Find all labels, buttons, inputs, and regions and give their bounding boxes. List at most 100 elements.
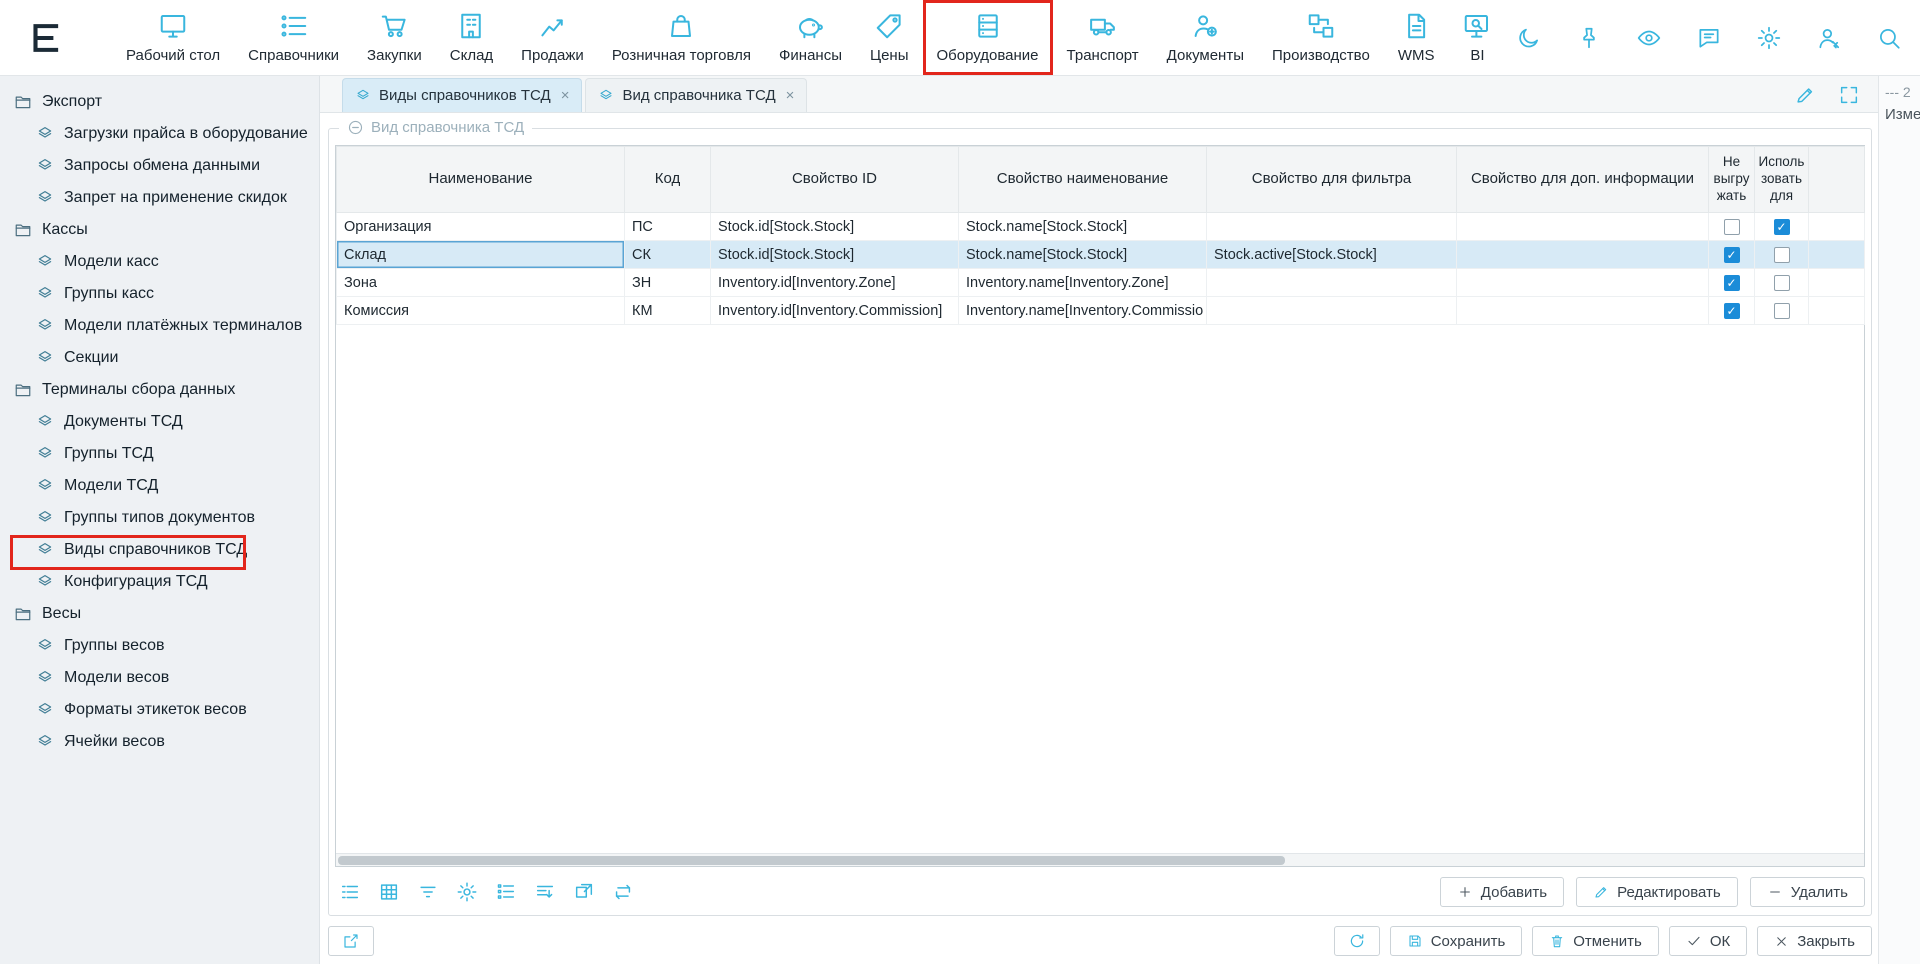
cell-prop-filter[interactable]: [1207, 213, 1457, 241]
edit-button[interactable]: Редактировать: [1576, 877, 1738, 907]
cell-use-for[interactable]: [1755, 241, 1809, 269]
checkbox-no-upload[interactable]: [1724, 303, 1740, 319]
ok-button[interactable]: ОК: [1669, 926, 1747, 956]
column-header[interactable]: Использовать для: [1755, 147, 1809, 213]
menu-item-warehouse[interactable]: Склад: [436, 0, 507, 75]
sidebar-item[interactable]: Экспорт: [0, 86, 319, 118]
cell-name[interactable]: Зона: [337, 269, 625, 297]
open-window-button[interactable]: [573, 881, 595, 903]
sidebar-item[interactable]: Группы типов документов: [0, 502, 319, 534]
checkbox-use-for[interactable]: [1774, 275, 1790, 291]
tab[interactable]: Виды справочников ТСД×: [342, 78, 582, 112]
settings-gear-button[interactable]: [1756, 25, 1782, 51]
collapse-group-button[interactable]: [347, 119, 364, 136]
column-header[interactable]: Наименование: [337, 147, 625, 213]
cell-no-upload[interactable]: [1709, 269, 1755, 297]
cell-prop-info[interactable]: [1457, 269, 1709, 297]
checkbox-no-upload[interactable]: [1724, 247, 1740, 263]
menu-item-wms-document[interactable]: WMS: [1384, 0, 1449, 75]
night-mode-button[interactable]: [1516, 25, 1542, 51]
cell-prop-name[interactable]: Stock.name[Stock.Stock]: [959, 213, 1207, 241]
cell-code[interactable]: ПС: [625, 213, 711, 241]
sidebar-item[interactable]: Виды справочников ТСД: [0, 534, 319, 566]
column-header[interactable]: [1809, 147, 1865, 213]
list-view-button[interactable]: [339, 881, 361, 903]
menu-item-desktop[interactable]: Рабочий стол: [112, 0, 234, 75]
menu-item-purchases-cart[interactable]: Закупки: [353, 0, 436, 75]
grid-settings-button[interactable]: [456, 881, 478, 903]
user-permissions-button[interactable]: [1816, 25, 1842, 51]
sidebar-item[interactable]: Группы ТСД: [0, 438, 319, 470]
close-button[interactable]: Закрыть: [1757, 926, 1872, 956]
sidebar-item[interactable]: Группы весов: [0, 630, 319, 662]
comments-button[interactable]: [1696, 25, 1722, 51]
ordered-list-button[interactable]: [495, 881, 517, 903]
sidebar-item[interactable]: Модели весов: [0, 662, 319, 694]
column-header[interactable]: Свойство наименование: [959, 147, 1207, 213]
sidebar-item[interactable]: Модели платёжных терминалов: [0, 310, 319, 342]
menu-item-reference-list[interactable]: Справочники: [234, 0, 353, 75]
export-button[interactable]: [328, 926, 374, 956]
checkbox-no-upload[interactable]: [1724, 275, 1740, 291]
checkbox-use-for[interactable]: [1774, 247, 1790, 263]
save-button[interactable]: Сохранить: [1390, 926, 1523, 956]
cell-no-upload[interactable]: [1709, 297, 1755, 325]
sidebar-item[interactable]: Модели ТСД: [0, 470, 319, 502]
cell-use-for[interactable]: [1755, 213, 1809, 241]
cell-name[interactable]: Организация: [337, 213, 625, 241]
cell-use-for[interactable]: [1755, 269, 1809, 297]
menu-item-documents-user[interactable]: Документы: [1153, 0, 1258, 75]
refresh-button[interactable]: [1334, 926, 1380, 956]
filter-button[interactable]: [417, 881, 439, 903]
table-row[interactable]: СкладСКStock.id[Stock.Stock]Stock.name[S…: [337, 241, 1865, 269]
sidebar-item[interactable]: Запрет на применение скидок: [0, 182, 319, 214]
menu-item-transport-truck[interactable]: Транспорт: [1053, 0, 1153, 75]
menu-item-production[interactable]: Производство: [1258, 0, 1384, 75]
column-header[interactable]: Не выгружать: [1709, 147, 1755, 213]
sidebar-item[interactable]: Весы: [0, 598, 319, 630]
cell-code[interactable]: ЗН: [625, 269, 711, 297]
cell-prop-info[interactable]: [1457, 213, 1709, 241]
grid-view-button[interactable]: [378, 881, 400, 903]
cell-prop-id[interactable]: Stock.id[Stock.Stock]: [711, 241, 959, 269]
checkbox-use-for[interactable]: [1774, 219, 1790, 235]
table-row[interactable]: ОрганизацияПСStock.id[Stock.Stock]Stock.…: [337, 213, 1865, 241]
reload-grid-button[interactable]: [612, 881, 634, 903]
sidebar-item[interactable]: Терминалы сбора данных: [0, 374, 319, 406]
cell-name[interactable]: Склад: [337, 241, 625, 269]
sidebar-item[interactable]: Форматы этикеток весов: [0, 694, 319, 726]
table-row[interactable]: ЗонаЗНInventory.id[Inventory.Zone]Invent…: [337, 269, 1865, 297]
cell-code[interactable]: КМ: [625, 297, 711, 325]
fullscreen-button[interactable]: [1838, 84, 1860, 106]
tab[interactable]: Вид справочника ТСД×: [585, 78, 807, 112]
eye-button[interactable]: [1636, 25, 1662, 51]
column-header[interactable]: Свойство для доп. информации: [1457, 147, 1709, 213]
sidebar-item[interactable]: Конфигурация ТСД: [0, 566, 319, 598]
cell-prop-info[interactable]: [1457, 297, 1709, 325]
menu-item-retail-bag[interactable]: Розничная торговля: [598, 0, 765, 75]
scrollbar-thumb[interactable]: [338, 856, 1285, 865]
table-row[interactable]: КомиссияКМInventory.id[Inventory.Commiss…: [337, 297, 1865, 325]
cell-prop-filter[interactable]: Stock.active[Stock.Stock]: [1207, 241, 1457, 269]
cell-prop-name[interactable]: Inventory.name[Inventory.Zone]: [959, 269, 1207, 297]
sidebar-item[interactable]: Кассы: [0, 214, 319, 246]
sidebar-item[interactable]: Модели касс: [0, 246, 319, 278]
tab-close-icon[interactable]: ×: [561, 87, 570, 104]
cell-prop-id[interactable]: Inventory.id[Inventory.Zone]: [711, 269, 959, 297]
cell-prop-id[interactable]: Stock.id[Stock.Stock]: [711, 213, 959, 241]
column-header[interactable]: Свойство для фильтра: [1207, 147, 1457, 213]
cell-prop-name[interactable]: Inventory.name[Inventory.Commissio: [959, 297, 1207, 325]
tab-close-icon[interactable]: ×: [786, 87, 795, 104]
checkbox-use-for[interactable]: [1774, 303, 1790, 319]
menu-item-equipment-server[interactable]: Оборудование: [923, 0, 1053, 75]
menu-item-bi-monitor[interactable]: BI: [1448, 0, 1506, 75]
right-dock-panel[interactable]: --- 2 Изме: [1878, 76, 1920, 964]
column-header[interactable]: Свойство ID: [711, 147, 959, 213]
search-button[interactable]: [1876, 25, 1902, 51]
edit-form-button[interactable]: [1794, 84, 1816, 106]
delete-button[interactable]: Удалить: [1750, 877, 1865, 907]
menu-item-sales-chart[interactable]: Продажи: [507, 0, 598, 75]
column-header[interactable]: Код: [625, 147, 711, 213]
horizontal-scrollbar[interactable]: [336, 853, 1864, 866]
checkbox-no-upload[interactable]: [1724, 219, 1740, 235]
